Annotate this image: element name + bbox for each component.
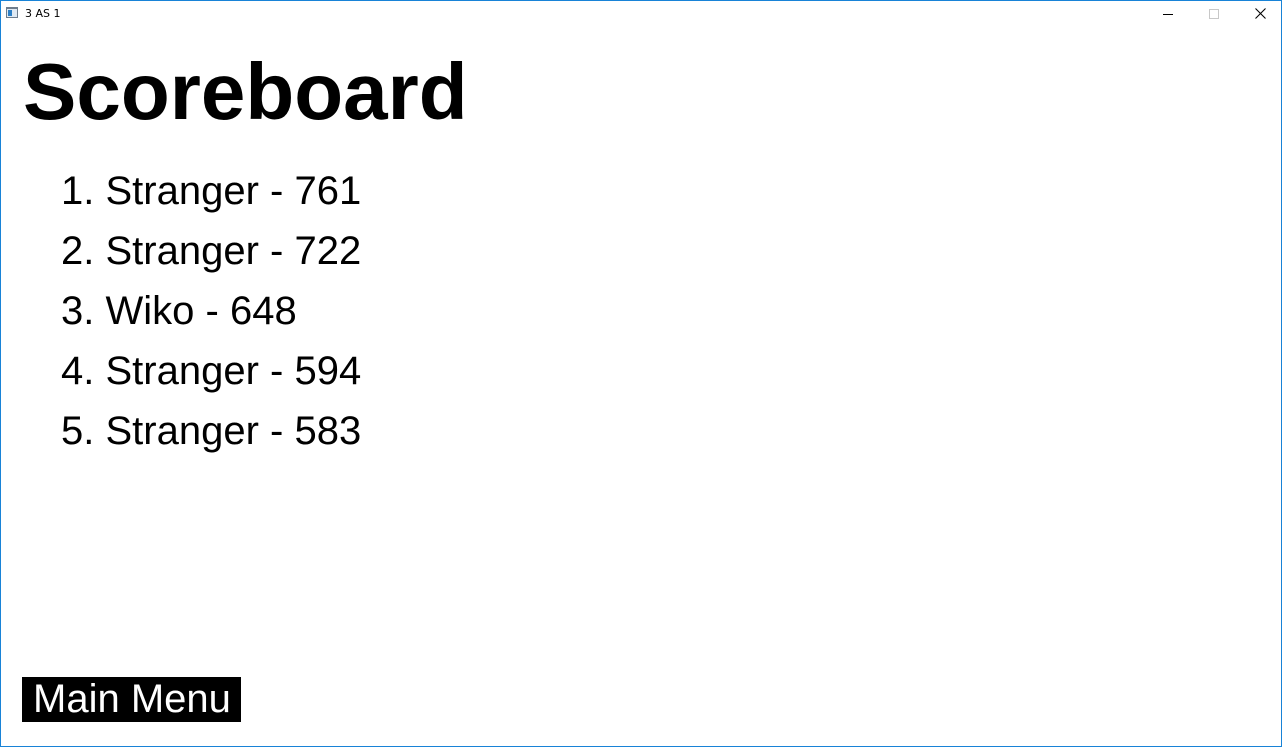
score-value: 583 [294, 409, 362, 453]
app-window: 3 AS 1 Scoreboard 1. Stranger - 761 2. S… [0, 0, 1282, 747]
score-rank: 4. [61, 349, 95, 393]
score-separator: - [270, 229, 284, 273]
score-value: 761 [294, 169, 362, 213]
player-name: Stranger [105, 409, 259, 453]
score-separator: - [270, 409, 284, 453]
score-value: 594 [294, 349, 362, 393]
player-name: Stranger [105, 169, 259, 213]
score-entry: 5. Stranger - 583 [61, 407, 361, 467]
close-button[interactable] [1237, 1, 1282, 26]
scoreboard-screen: Scoreboard 1. Stranger - 761 2. Stranger… [1, 26, 1281, 746]
score-value: 722 [294, 229, 362, 273]
score-entry: 2. Stranger - 722 [61, 227, 361, 287]
score-separator: - [205, 289, 219, 333]
window-title: 3 AS 1 [25, 7, 61, 20]
close-icon [1254, 8, 1266, 19]
score-rank: 3. [61, 289, 95, 333]
minimize-button[interactable] [1145, 1, 1191, 26]
app-window-icon[interactable] [6, 7, 18, 18]
score-entry: 4. Stranger - 594 [61, 347, 361, 407]
maximize-button[interactable] [1191, 1, 1237, 26]
player-name: Stranger [105, 349, 259, 393]
title-bar[interactable]: 3 AS 1 [1, 1, 1281, 26]
score-value: 648 [229, 289, 297, 333]
score-entry: 3. Wiko - 648 [61, 287, 361, 347]
player-name: Wiko [105, 289, 195, 333]
score-entry: 1. Stranger - 761 [61, 167, 361, 227]
main-menu-button[interactable]: Main Menu [22, 677, 241, 722]
score-separator: - [270, 349, 284, 393]
maximize-icon [1209, 8, 1219, 19]
score-separator: - [270, 169, 284, 213]
player-name: Stranger [105, 229, 259, 273]
score-rank: 5. [61, 409, 95, 453]
score-rank: 1. [61, 169, 95, 213]
score-rank: 2. [61, 229, 95, 273]
score-list: 1. Stranger - 761 2. Stranger - 722 3. W… [61, 167, 361, 467]
minimize-icon [1163, 13, 1173, 15]
page-title: Scoreboard [23, 47, 468, 136]
